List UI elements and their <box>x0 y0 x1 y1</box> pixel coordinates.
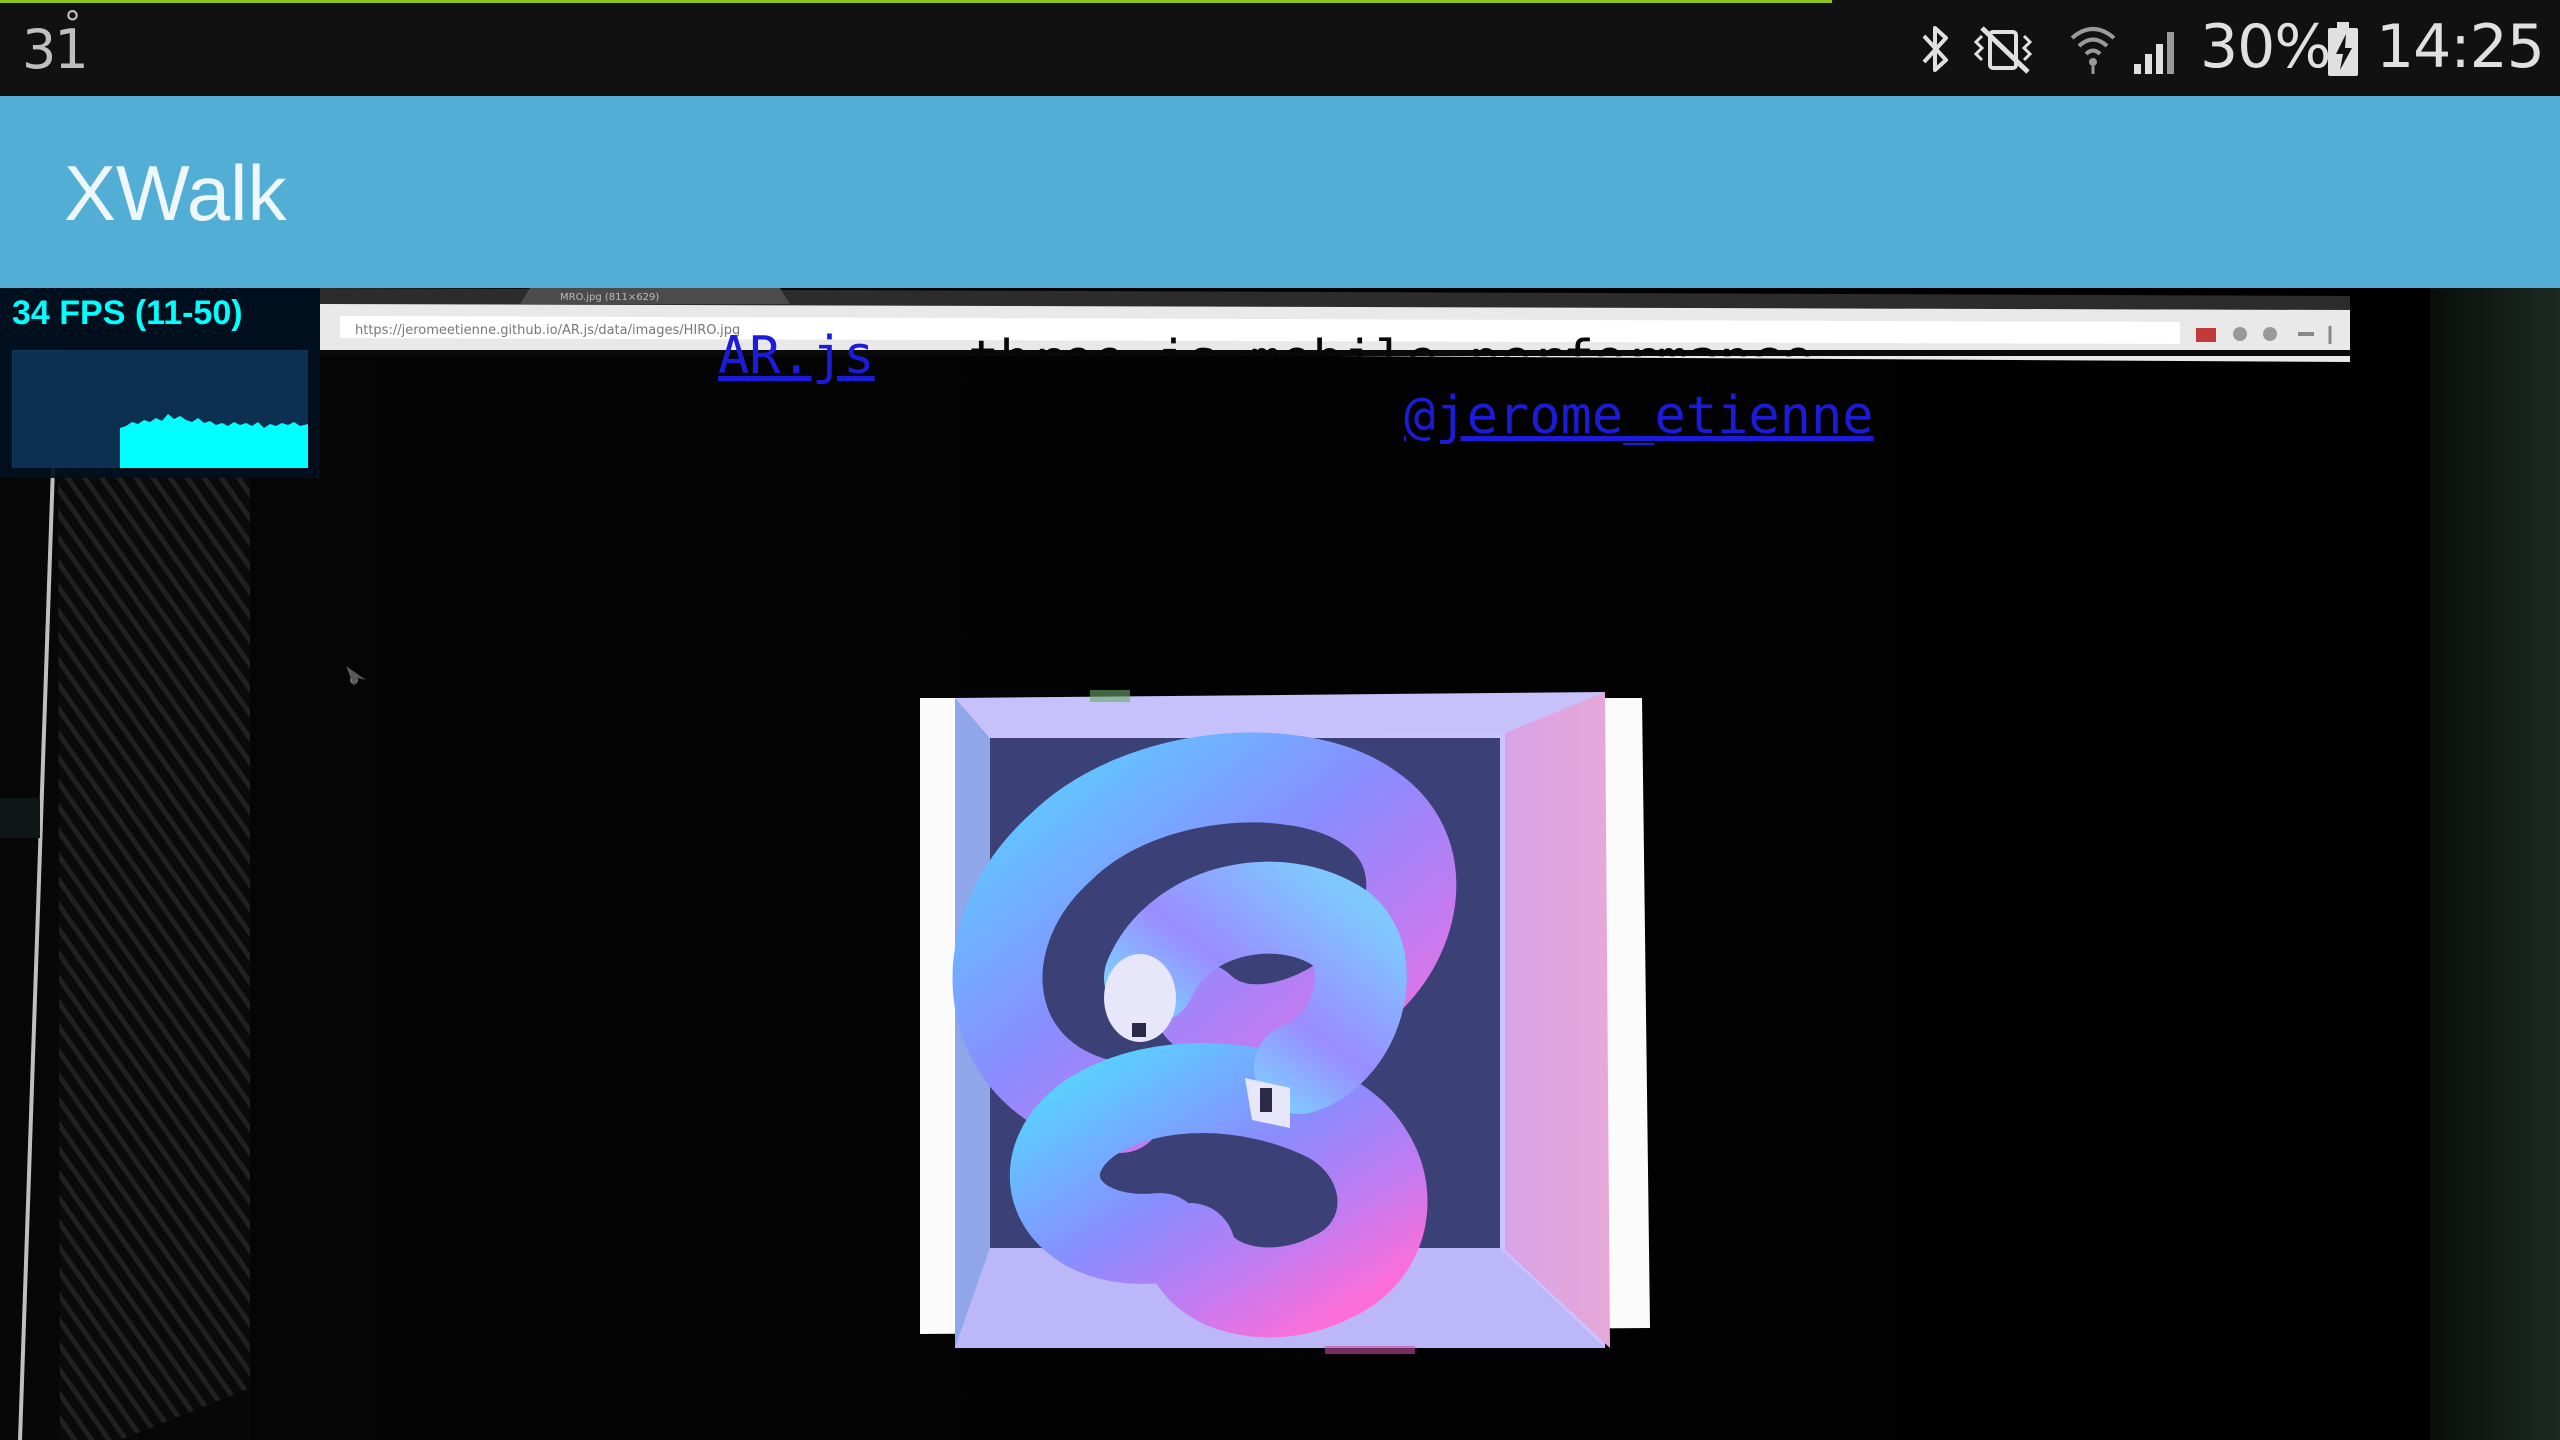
arjs-link[interactable]: AR.js <box>718 326 875 386</box>
app-title: XWalk <box>64 149 287 237</box>
battery-charging-icon <box>2328 22 2358 76</box>
vibrate-mute-icon <box>1973 26 2033 74</box>
page-load-progress-bar <box>0 0 1832 3</box>
ar-camera-scene: MRO.jpg (811×629) https://jeromeetienne.… <box>0 288 2560 1440</box>
webview-content[interactable]: MRO.jpg (811×629) https://jeromeetienne.… <box>0 288 2560 1440</box>
svg-text:MRO.jpg (811×629): MRO.jpg (811×629) <box>560 292 659 303</box>
fps-counter-text: 34 FPS (11-50) <box>12 294 243 332</box>
status-clock: 14:25 <box>2376 12 2545 82</box>
fps-history-graph <box>12 350 308 468</box>
weather-temperature: 31 ° <box>22 4 89 81</box>
wifi-icon <box>2070 27 2116 74</box>
author-twitter-link[interactable]: @jerome_etienne <box>1404 386 1874 446</box>
fps-stats-panel[interactable]: 34 FPS (11-50) <box>0 288 320 478</box>
svg-text:https://jeromeetienne.github.i: https://jeromeetienne.github.io/AR.js/da… <box>355 323 740 338</box>
status-bar: 31 ° 30% 14:25 <box>0 0 2560 96</box>
app-action-bar: XWalk <box>0 96 2560 288</box>
bluetooth-icon <box>1922 26 1948 72</box>
battery-percentage: 30% <box>2200 12 2331 82</box>
cellular-signal-icon <box>2134 32 2174 74</box>
temperature-degree-symbol: ° <box>64 4 81 44</box>
